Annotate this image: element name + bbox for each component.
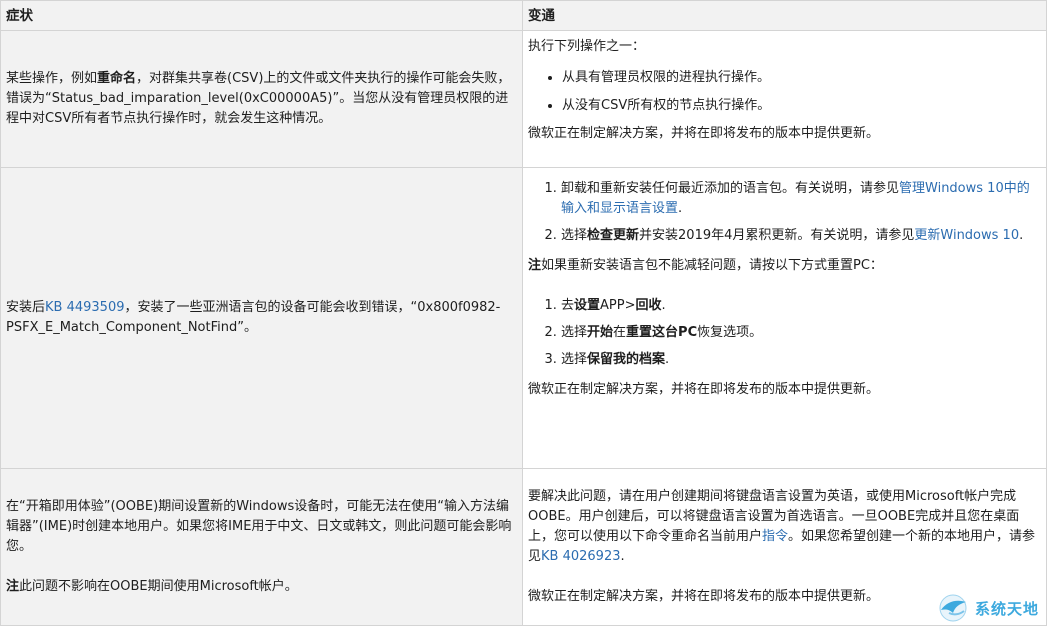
reset-steps-list: 去设置APP>回收. 选择开始在重置这台PC恢复选项。 选择保留我的档案.: [528, 296, 1041, 370]
symptom-cell: 安装后KB 4493509，安装了一些亚洲语言包的设备可能会收到错误，“0x80…: [0, 167, 523, 469]
symptom-text: 在“开箱即用体验”(OOBE)期间设置新的Windows设备时，可能无法在使用“…: [6, 499, 512, 554]
watermark: 系统天地: [935, 593, 1043, 623]
text-run: .: [1019, 228, 1024, 243]
text-run: 某些操作，例如: [6, 71, 98, 86]
bold-term: 回收: [635, 298, 662, 313]
text-run: .: [678, 201, 683, 216]
text-run: .: [665, 352, 670, 367]
symptom-text: 安装后KB 4493509，安装了一些亚洲语言包的设备可能会收到错误，“0x80…: [6, 298, 517, 338]
list-item: 选择检查更新并安装2019年4月累积更新。有关说明，请参见更新Windows 1…: [561, 226, 1041, 246]
table-row: 某些操作，例如重命名，对群集共享卷(CSV)上的文件或文件夹执行的操作可能会失败…: [0, 30, 1047, 168]
table-row: 在“开箱即用体验”(OOBE)期间设置新的Windows设备时，可能无法在使用“…: [0, 468, 1047, 626]
workaround-cell: 卸载和重新安装任何最近添加的语言包。有关说明，请参见管理Windows 10中的…: [522, 167, 1047, 469]
bold-term: 开始: [587, 325, 614, 340]
text-run: 选择: [561, 352, 588, 367]
kb-4493509-link[interactable]: KB 4493509: [45, 300, 124, 315]
workaround-footer: 微软正在制定解决方案，并将在即将发布的版本中提供更新。: [528, 382, 880, 397]
symptom-cell: 在“开箱即用体验”(OOBE)期间设置新的Windows设备时，可能无法在使用“…: [0, 468, 523, 626]
header-workaround: 变通: [522, 0, 1047, 31]
list-item: 从具有管理员权限的进程执行操作。: [562, 68, 1041, 88]
bold-term: 设置: [574, 298, 601, 313]
bold-term: 重置这台PC: [626, 325, 698, 340]
bird-logo-icon: [939, 594, 967, 622]
text-run: 恢复选项。: [697, 325, 763, 340]
list-item: 选择保留我的档案.: [561, 350, 1041, 370]
table-row: 安装后KB 4493509，安装了一些亚洲语言包的设备可能会收到错误，“0x80…: [0, 167, 1047, 469]
text-run: .: [620, 549, 625, 564]
list-item: 去设置APP>回收.: [561, 296, 1041, 316]
workaround-bullet-list: 从具有管理员权限的进程执行操作。 从没有CSV所有权的节点执行操作。: [528, 68, 1041, 116]
note-label: 注: [528, 258, 542, 273]
text-run: 选择: [561, 228, 588, 243]
list-item: 从没有CSV所有权的节点执行操作。: [562, 96, 1041, 116]
note-text: 注此问题不影响在OOBE期间使用Microsoft帐户。: [6, 577, 517, 597]
list-item: 选择开始在重置这台PC恢复选项。: [561, 323, 1041, 343]
bold-term: 重命名: [97, 71, 137, 86]
symptom-text: 某些操作，例如重命名，对群集共享卷(CSV)上的文件或文件夹执行的操作可能会失败…: [6, 69, 517, 129]
symptom-cell: 某些操作，例如重命名，对群集共享卷(CSV)上的文件或文件夹执行的操作可能会失败…: [0, 30, 523, 168]
note-body: 此问题不影响在OOBE期间使用Microsoft帐户。: [19, 579, 298, 594]
workaround-footer: 微软正在制定解决方案，并将在即将发布的版本中提供更新。: [528, 126, 880, 141]
note-label: 注: [6, 579, 20, 594]
bold-term: 检查更新: [587, 228, 640, 243]
workaround-intro: 执行下列操作之一：: [528, 39, 646, 54]
text-run: 卸载和重新安装任何最近添加的语言包。有关说明，请参见: [561, 181, 900, 196]
text-run: 选择: [561, 325, 588, 340]
note-text: 注如果重新安装语言包不能减轻问题，请按以下方式重置PC：: [528, 256, 1041, 276]
workaround-cell: 执行下列操作之一： 从具有管理员权限的进程执行操作。 从没有CSV所有权的节点执…: [522, 30, 1047, 168]
bold-term: 保留我的档案: [587, 352, 666, 367]
text-run: 在: [613, 325, 627, 340]
inline-link[interactable]: 指令: [762, 529, 788, 544]
inline-link[interactable]: KB 4026923: [541, 549, 620, 564]
text-run: APP>: [600, 298, 636, 313]
symptom-text-part: 安装后: [6, 300, 46, 315]
header-symptom: 症状: [0, 0, 523, 31]
table-header-row: 症状 变通: [0, 0, 1047, 31]
list-item: 卸载和重新安装任何最近添加的语言包。有关说明，请参见管理Windows 10中的…: [561, 179, 1041, 219]
workaround-text: 要解决此问题，请在用户创建期间将键盘语言设置为英语，或使用Microsoft帐户…: [528, 487, 1041, 567]
inline-link[interactable]: 更新Windows 10: [914, 228, 1019, 243]
text-run: .: [661, 298, 666, 313]
workaround-steps-list: 卸载和重新安装任何最近添加的语言包。有关说明，请参见管理Windows 10中的…: [528, 179, 1041, 246]
text-run: 并安装2019年4月累积更新。有关说明，请参见: [639, 228, 915, 243]
note-body: 如果重新安装语言包不能减轻问题，请按以下方式重置PC：: [541, 258, 883, 273]
text-run: 去: [561, 298, 575, 313]
watermark-text: 系统天地: [975, 599, 1040, 618]
known-issues-table: 症状 变通 某些操作，例如重命名，对群集共享卷(CSV)上的文件或文件夹执行的操…: [0, 0, 1047, 626]
